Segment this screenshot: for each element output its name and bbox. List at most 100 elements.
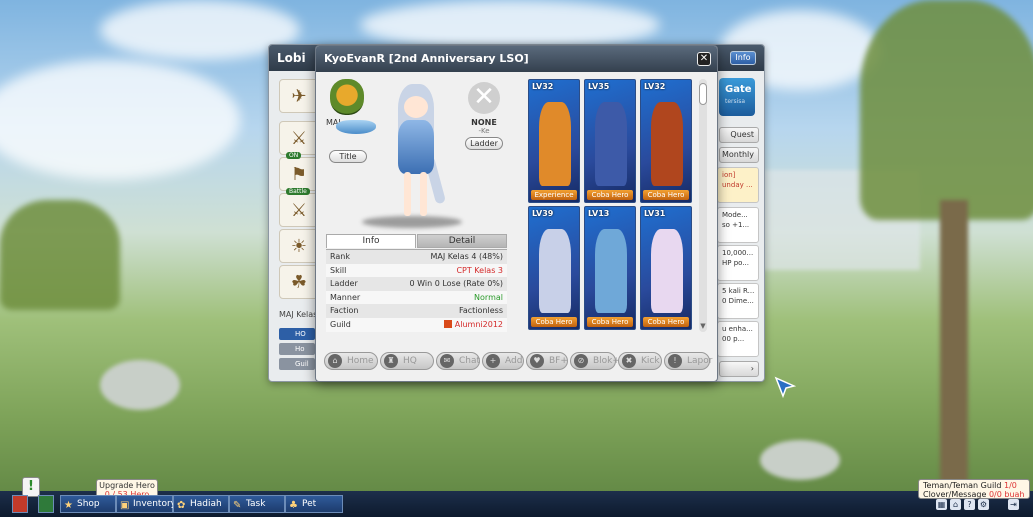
- lobi-rank-item[interactable]: Ho: [279, 343, 315, 355]
- hero-tag: Coba Hero: [643, 190, 689, 200]
- home-icon[interactable]: ⌂: [950, 499, 961, 510]
- chat-icon: ✉: [440, 354, 454, 368]
- home-button[interactable]: ⌂ Home: [324, 352, 378, 370]
- hero-card[interactable]: LV32 Coba Hero: [640, 79, 692, 203]
- report-icon: !: [668, 354, 682, 368]
- lobi-rank-label: MAJ Kelas: [279, 310, 318, 319]
- exit-icon[interactable]: [12, 495, 28, 513]
- lobi-title: Lobi: [277, 51, 306, 65]
- rock: [760, 440, 840, 480]
- lobi-menu-icon[interactable]: ON ⚑: [279, 152, 319, 191]
- info-label: Manner: [330, 292, 361, 302]
- info-label: Ladder: [330, 279, 358, 289]
- lobi-menu-icon[interactable]: ⚔: [279, 121, 319, 155]
- hadiah-button[interactable]: ✿ Hadiah: [173, 495, 229, 513]
- logout-icon[interactable]: ⇥: [1008, 499, 1019, 510]
- monthly-tab[interactable]: Monthly: [719, 147, 759, 163]
- action-label: HQ: [403, 356, 417, 366]
- hero-card[interactable]: LV35 Coba Hero: [584, 79, 636, 203]
- gate-label: Gate: [725, 84, 752, 95]
- hero-card[interactable]: LV32 Experience: [528, 79, 580, 203]
- quest-card[interactable]: 10,000... HP po...: [717, 245, 759, 281]
- avatar: [398, 120, 434, 174]
- lock-icon[interactable]: [38, 495, 54, 513]
- info-row: Guild Alumni2012: [326, 317, 507, 332]
- grid-icon[interactable]: ▦: [936, 499, 947, 510]
- hero-scrollbar[interactable]: ▼: [699, 79, 707, 332]
- pet-icon: [336, 120, 376, 134]
- quest-card[interactable]: u enha... 00 p...: [717, 321, 759, 357]
- hero-card[interactable]: LV39 Coba Hero: [528, 206, 580, 330]
- inventory-icon: ▣: [120, 500, 130, 511]
- block-icon: ⊘: [574, 354, 588, 368]
- alert-icon[interactable]: !: [22, 477, 40, 497]
- guild-name: Alumni2012: [454, 319, 503, 329]
- on-badge: ON: [286, 152, 302, 159]
- lobi-menu-icon[interactable]: ☘: [279, 265, 319, 299]
- next-arrow[interactable]: ›: [719, 361, 759, 377]
- lobi-menu-icon[interactable]: ✈: [279, 79, 319, 113]
- hero-tag: Coba Hero: [531, 317, 577, 327]
- action-label: Add: [505, 356, 523, 366]
- gate-button[interactable]: Gate tersisa: [719, 78, 755, 116]
- kick-button[interactable]: ✖ Kick: [618, 352, 662, 370]
- gift-icon: ✿: [177, 500, 186, 511]
- help-icon[interactable]: ?: [964, 499, 975, 510]
- kick-icon: ✖: [622, 354, 636, 368]
- hero-level: LV31: [644, 209, 666, 218]
- lobi-menu-icon[interactable]: Battle ⚔: [279, 188, 319, 227]
- hud-label: Inventory: [133, 499, 176, 509]
- cloud: [0, 60, 240, 180]
- add-friend-button[interactable]: + Add: [482, 352, 524, 370]
- avatar-shadow: [362, 216, 462, 228]
- cloud: [360, 0, 660, 50]
- task-button[interactable]: ✎ Task: [229, 495, 285, 513]
- hero-level: LV32: [644, 82, 666, 91]
- lobi-rank-item[interactable]: Guil: [279, 358, 315, 370]
- hero-figure: [539, 102, 571, 186]
- tree: [0, 200, 120, 310]
- gear-icon[interactable]: ⚙: [978, 499, 989, 510]
- chat-button[interactable]: ✉ Chat: [436, 352, 480, 370]
- tab-detail[interactable]: Detail: [417, 234, 507, 248]
- hq-button[interactable]: ♜ HQ: [380, 352, 434, 370]
- block-button[interactable]: ⊘ Blok+: [570, 352, 620, 370]
- quest-card[interactable]: 5 kali R... 0 Dime...: [717, 283, 759, 319]
- quest-tab[interactable]: Quest: [719, 127, 759, 143]
- hero-card[interactable]: LV31 Coba Hero: [640, 206, 692, 330]
- inventory-button[interactable]: ▣ Inventory: [116, 495, 176, 513]
- lobi-rank-item[interactable]: HO: [279, 328, 315, 340]
- shop-button[interactable]: ★ Shop: [60, 495, 116, 513]
- tree: [860, 0, 1033, 220]
- action-label: BF+: [549, 356, 568, 366]
- info-row: Faction Factionless: [326, 304, 507, 318]
- info-label: Skill: [330, 265, 347, 275]
- report-button[interactable]: ! Lapor: [664, 352, 712, 370]
- hq-icon: ♜: [384, 354, 398, 368]
- title-button[interactable]: Title: [329, 150, 367, 163]
- info-label: Guild: [330, 319, 351, 329]
- scroll-thumb[interactable]: [699, 83, 707, 105]
- info-row: Skill CPT Kelas 3: [326, 263, 507, 278]
- lobi-info-button[interactable]: Info: [730, 51, 756, 65]
- info-value[interactable]: Alumni2012: [443, 318, 503, 332]
- hero-figure: [595, 229, 627, 313]
- hero-card[interactable]: LV13 Coba Hero: [584, 206, 636, 330]
- heart-icon: ♥: [530, 354, 544, 368]
- bf-button[interactable]: ♥ BF+: [526, 352, 568, 370]
- clover-count: 0/0 buah: [988, 490, 1025, 499]
- tab-info[interactable]: Info: [326, 234, 416, 248]
- gate-sub: tersisa: [725, 98, 746, 105]
- quest-card[interactable]: Mode... so +1...: [717, 207, 759, 243]
- info-table: Rank MAJ Kelas 4 (48%) Skill CPT Kelas 3…: [326, 249, 507, 332]
- friend-tooltip[interactable]: Teman/Teman Guild 1/0 Clover/Message 0/0…: [918, 479, 1030, 499]
- close-icon[interactable]: ✕: [697, 52, 711, 66]
- chevron-down-icon[interactable]: ▼: [699, 322, 707, 330]
- ladder-button[interactable]: Ladder: [465, 137, 503, 150]
- ladder-rank: NONE: [471, 118, 497, 127]
- pet-button[interactable]: ♣ Pet: [285, 495, 343, 513]
- hero-figure: [651, 102, 683, 186]
- quest-card[interactable]: ion] unday ...: [717, 167, 759, 203]
- info-label: Rank: [330, 252, 350, 261]
- lobi-menu-icon[interactable]: ☀: [279, 229, 319, 263]
